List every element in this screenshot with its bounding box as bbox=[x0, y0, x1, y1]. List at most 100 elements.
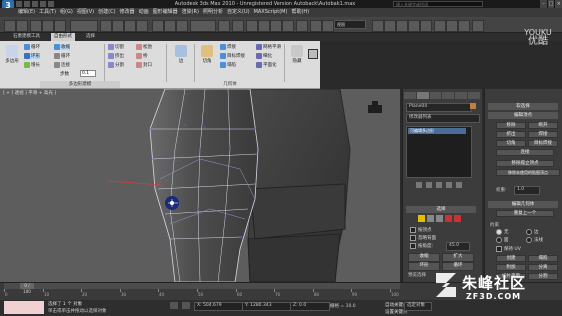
viewport-label[interactable]: [ + ] 透视 ] 平滑 + 高光 ] bbox=[3, 90, 56, 96]
menu-item[interactable]: 帮助(H) bbox=[291, 8, 309, 17]
object-name-field[interactable]: Plane04 bbox=[406, 103, 472, 112]
tab-freeform[interactable]: 自由形式 bbox=[51, 33, 75, 41]
soft-selection-rollout[interactable]: 软选择 bbox=[488, 103, 558, 110]
grow-button[interactable]: 扩大 bbox=[442, 253, 474, 262]
new-file-icon[interactable] bbox=[16, 1, 22, 7]
menu-item[interactable]: 工具(T) bbox=[39, 8, 56, 17]
link-icon[interactable] bbox=[30, 20, 42, 32]
polygon-level-icon[interactable] bbox=[445, 215, 452, 222]
angle-snap-icon[interactable] bbox=[258, 20, 270, 32]
break-button[interactable]: 断开 bbox=[528, 122, 558, 129]
utilities-tab-icon[interactable] bbox=[468, 92, 480, 99]
polymodel-button[interactable]: 多边形 bbox=[3, 45, 21, 64]
constraint-edge-radio[interactable]: 边 bbox=[526, 229, 539, 235]
curve-editor-icon[interactable] bbox=[396, 20, 408, 32]
scale-icon[interactable] bbox=[176, 20, 188, 32]
pivot-icon[interactable] bbox=[218, 20, 230, 32]
tab-graphite[interactable]: 石墨建模工具 bbox=[10, 33, 43, 41]
edge-button[interactable]: 边 bbox=[172, 45, 190, 64]
maximize-icon[interactable]: □ bbox=[547, 0, 555, 8]
lock-selection-icon[interactable] bbox=[170, 302, 178, 309]
connect-button[interactable]: 连接 bbox=[496, 149, 554, 156]
weight-field[interactable]: 1.0 bbox=[514, 186, 540, 195]
menu-item[interactable]: 渲染(R) bbox=[182, 8, 199, 17]
constraint-face-radio[interactable]: 面 bbox=[496, 237, 509, 243]
connect-button[interactable]: 连接 bbox=[54, 62, 70, 68]
rectangular-selection-icon[interactable] bbox=[124, 20, 136, 32]
motion-tab-icon[interactable] bbox=[442, 92, 455, 99]
by-angle-checkbox[interactable]: 按角度: bbox=[410, 243, 433, 249]
layer-manager-icon[interactable] bbox=[372, 20, 384, 32]
menu-item[interactable]: 编辑(E) bbox=[18, 8, 35, 17]
target-weld-button[interactable]: 目标焊接 bbox=[220, 53, 245, 59]
section-polymodel[interactable]: 多边形建模 bbox=[40, 81, 120, 88]
shrink-button[interactable]: 收缩 bbox=[54, 44, 70, 50]
angle-field[interactable]: 45.0 bbox=[446, 242, 470, 251]
cap-button[interactable]: 封口 bbox=[136, 62, 152, 68]
attach-button[interactable]: 附加 bbox=[496, 264, 526, 271]
render-frame-icon[interactable] bbox=[446, 20, 458, 32]
save-file-icon[interactable] bbox=[32, 1, 38, 7]
tab-selection[interactable]: 选择 bbox=[83, 33, 98, 41]
tessellate-button[interactable]: 细化 bbox=[256, 53, 272, 59]
schematic-view-icon[interactable] bbox=[408, 20, 420, 32]
hide-button[interactable]: 隐藏 bbox=[288, 45, 306, 64]
window-crossing-icon[interactable] bbox=[136, 20, 148, 32]
select-by-name-icon[interactable] bbox=[112, 20, 124, 32]
weld-button[interactable]: 焊接 bbox=[528, 131, 558, 138]
mirror-icon[interactable] bbox=[310, 20, 322, 32]
open-file-icon[interactable] bbox=[24, 1, 30, 7]
loop-button[interactable]: 循环 bbox=[24, 44, 40, 50]
relax-button[interactable]: 松弛 bbox=[136, 44, 152, 50]
shrink-button[interactable]: 收缩 bbox=[408, 253, 440, 262]
pin-stack-icon[interactable] bbox=[416, 182, 422, 188]
material-editor-icon[interactable] bbox=[420, 20, 432, 32]
reference-coordinate-dropdown[interactable] bbox=[190, 20, 216, 32]
extrude-button[interactable]: 挤出 bbox=[108, 53, 124, 59]
meshsmooth-button[interactable]: 网格平滑 bbox=[256, 44, 281, 50]
by-vertex-checkbox[interactable]: 按顶点 bbox=[410, 227, 432, 233]
z-coordinate-field[interactable]: Z: 0.0 bbox=[290, 302, 330, 311]
maxscript-listener[interactable] bbox=[4, 301, 44, 314]
selection-rollout-header[interactable]: 选择 bbox=[406, 206, 476, 213]
show-end-result-icon[interactable] bbox=[426, 182, 432, 188]
selection-filter-dropdown[interactable] bbox=[70, 20, 98, 32]
bind-space-warp-icon[interactable] bbox=[54, 20, 66, 32]
search-input[interactable]: 键入关键字或短语 bbox=[393, 1, 483, 7]
rotate-icon[interactable] bbox=[164, 20, 176, 32]
target-weld-button[interactable]: 目标焊接 bbox=[528, 140, 558, 147]
edit-geometry-rollout[interactable]: 编辑几何体 bbox=[488, 201, 558, 208]
menu-item[interactable]: 图形编辑器 bbox=[153, 8, 178, 17]
display-tab-icon[interactable] bbox=[455, 92, 468, 99]
absolute-mode-icon[interactable] bbox=[182, 302, 190, 309]
stack-item-editable-poly[interactable]: 可编辑多边形 bbox=[408, 128, 466, 134]
remove-modifier-icon[interactable] bbox=[446, 182, 452, 188]
repeat-last-button[interactable]: 重复上一个 bbox=[496, 210, 554, 217]
viewport-scene[interactable] bbox=[0, 89, 400, 282]
snap-toggle-icon[interactable] bbox=[246, 20, 258, 32]
menu-item[interactable]: 修改器 bbox=[120, 8, 135, 17]
create-tab-icon[interactable] bbox=[404, 92, 416, 99]
modifier-list-dropdown[interactable]: 修改器列表 bbox=[406, 114, 480, 123]
make-planar-button[interactable]: 平面化 bbox=[256, 62, 277, 68]
split-button[interactable]: 分割 bbox=[528, 273, 558, 280]
preserve-uvs-checkbox[interactable]: 保持 UV bbox=[496, 246, 521, 252]
menu-item[interactable]: 照明分析 bbox=[203, 8, 223, 17]
border-level-icon[interactable] bbox=[436, 215, 443, 222]
step-field[interactable]: 0.1 bbox=[80, 70, 96, 77]
x-coordinate-field[interactable]: X: 504.679 bbox=[194, 302, 244, 311]
menu-item[interactable]: 创建(C) bbox=[98, 8, 115, 17]
redo-icon[interactable] bbox=[16, 20, 28, 32]
teapot-render-icon[interactable] bbox=[472, 20, 484, 32]
modify-tab-icon[interactable] bbox=[416, 92, 429, 99]
grow-button[interactable]: 增长 bbox=[24, 62, 40, 68]
section-geometry[interactable]: 几何体 bbox=[200, 81, 260, 88]
object-color-swatch[interactable] bbox=[470, 103, 476, 109]
undo-icon[interactable] bbox=[40, 1, 46, 7]
constraint-normal-radio[interactable]: 法线 bbox=[526, 237, 543, 243]
graphite-toggle-icon[interactable] bbox=[384, 20, 396, 32]
unlink-icon[interactable] bbox=[42, 20, 54, 32]
redo-icon[interactable] bbox=[48, 1, 54, 7]
make-unique-icon[interactable] bbox=[436, 182, 442, 188]
remove-isolated-button[interactable]: 移除孤立顶点 bbox=[496, 160, 554, 167]
